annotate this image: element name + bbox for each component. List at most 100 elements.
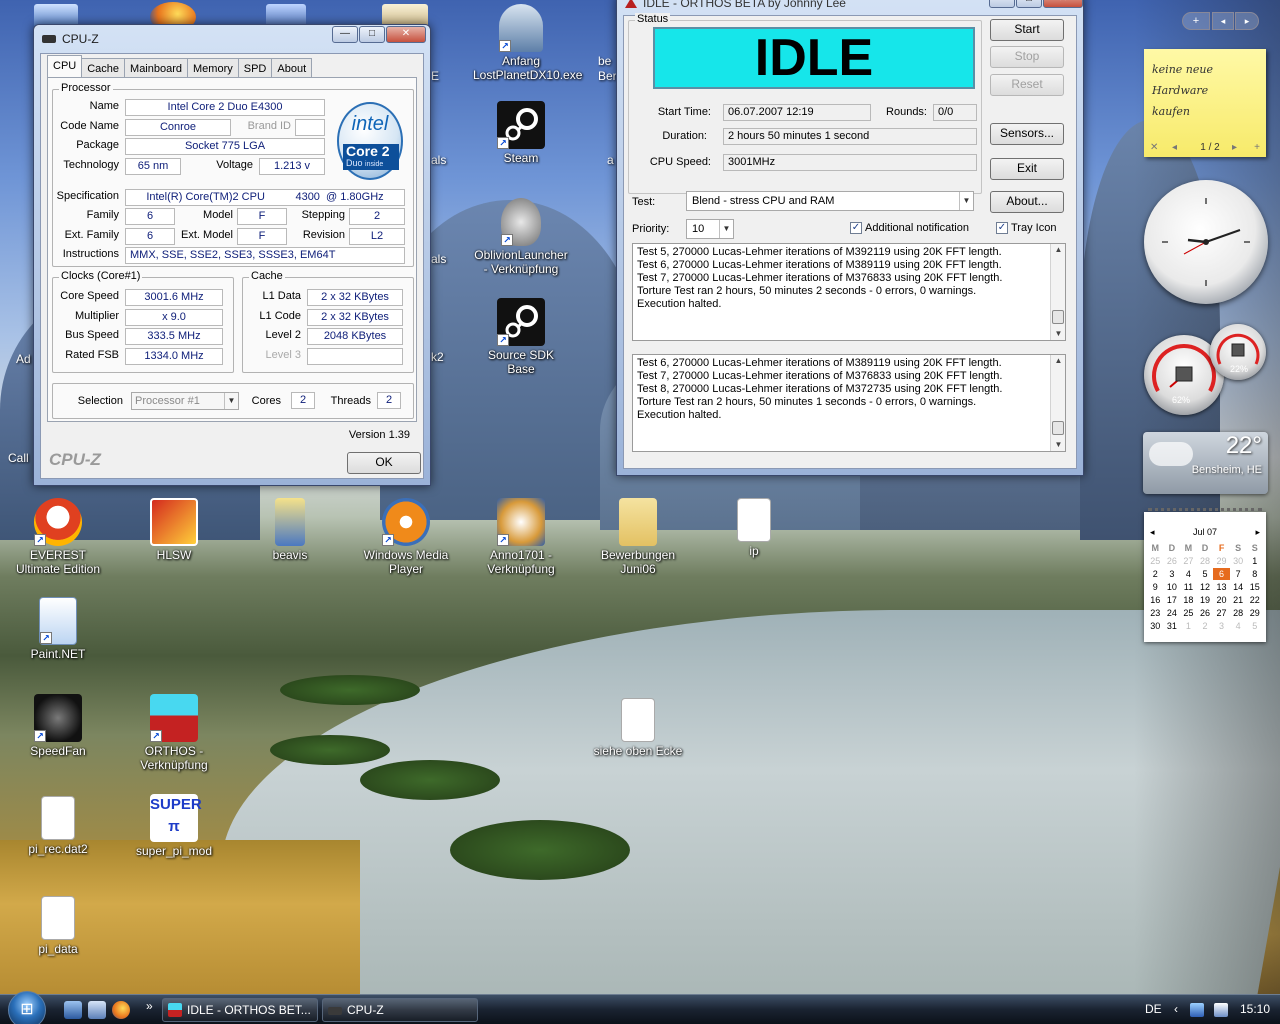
tab-about[interactable]: About (271, 58, 313, 78)
maximize-button[interactable]: □ (1016, 0, 1042, 8)
calendar-gadget[interactable]: ◂ Jul 07 ▸ M D M D F S S 25 26 27 28 29 30 1 2 3 4 5 6 7 8 9 1… (1144, 508, 1266, 642)
orthos-title-bar[interactable]: IDLE - ORTHOS BETA by Johnny Lee (625, 0, 846, 13)
desktop-icon-source-sdk[interactable]: ↗ Source SDK Base (473, 298, 569, 376)
minimize-button[interactable]: — (332, 26, 358, 43)
calendar-day[interactable]: 28 (1197, 555, 1214, 567)
calendar-day[interactable]: 3 (1164, 568, 1181, 580)
desktop-icon-speedfan[interactable]: ↗ SpeedFan (10, 694, 106, 758)
calendar-day[interactable]: 5 (1246, 620, 1263, 632)
tab-memory[interactable]: Memory (187, 58, 239, 78)
quicklaunch-chevron-icon[interactable]: » (146, 999, 153, 1013)
weather-gadget[interactable]: 22° Bensheim, HE (1143, 432, 1268, 494)
calendar-day[interactable]: 29 (1213, 555, 1230, 567)
task-orthos[interactable]: IDLE - ORTHOS BET... (162, 998, 318, 1022)
calendar-day[interactable]: 19 (1197, 594, 1214, 606)
switch-windows-icon[interactable] (88, 1001, 106, 1019)
calendar-day[interactable]: 5 (1197, 568, 1214, 580)
desktop-icon-ip[interactable]: ip (706, 498, 802, 558)
additional-notification-checkbox[interactable]: ✓ Additional notification (850, 222, 969, 234)
desktop-icon-pi-rec[interactable]: pi_rec.dat2 (10, 796, 106, 856)
close-button[interactable]: ✕ (1043, 0, 1083, 8)
sidebar-prev-button[interactable]: ◂ (1212, 12, 1234, 30)
calendar-day[interactable]: 3 (1213, 620, 1230, 632)
desktop-icon-oblivion[interactable]: ↗ OblivionLauncher - Verknüpfung (473, 198, 569, 276)
log-scrollbar[interactable]: ▲ ▼ (1050, 355, 1065, 451)
desktop-icon-wmp[interactable]: ↗ Windows Media Player (358, 498, 454, 576)
maximize-button[interactable]: □ (359, 26, 385, 43)
scroll-thumb[interactable] (1052, 310, 1064, 324)
calendar-day[interactable]: 7 (1230, 568, 1247, 580)
desktop-icon-paintnet[interactable]: ↗ Paint.NET (10, 597, 106, 661)
firefox-quicklaunch-icon[interactable] (112, 1001, 130, 1019)
orthos-window[interactable]: IDLE - ORTHOS BETA by Johnny Lee — □ ✕ S… (616, 0, 1084, 476)
cpuz-title-bar[interactable]: CPU-Z (42, 29, 99, 49)
calendar-day[interactable]: 2 (1147, 568, 1164, 580)
sidebar-next-button[interactable]: ▸ (1235, 12, 1259, 30)
calendar-day[interactable]: 30 (1230, 555, 1247, 567)
scroll-up-icon[interactable]: ▲ (1051, 355, 1065, 367)
calendar-day[interactable]: 31 (1164, 620, 1181, 632)
start-button[interactable]: ⊞ (8, 991, 46, 1024)
notes-gadget[interactable]: keine neue Hardware kaufen ✕ ◂ 1 / 2 ▸ + (1144, 49, 1266, 157)
calendar-day[interactable]: 10 (1164, 581, 1181, 593)
desktop-icon-steam[interactable]: ↗ Steam (473, 101, 569, 165)
tab-cache[interactable]: Cache (81, 58, 126, 78)
clock-gadget[interactable] (1144, 180, 1268, 304)
note-next-icon[interactable]: ▸ (1232, 137, 1237, 158)
log-core1[interactable]: Test 5, 270000 Lucas-Lehmer iterations o… (632, 243, 1066, 341)
calendar-day[interactable]: 27 (1180, 555, 1197, 567)
calendar-day[interactable]: 4 (1230, 620, 1247, 632)
calendar-day[interactable]: 9 (1147, 581, 1164, 593)
calendar-day[interactable]: 16 (1147, 594, 1164, 606)
calendar-day[interactable]: 24 (1164, 607, 1181, 619)
note-add-icon[interactable]: + (1254, 137, 1260, 158)
start-button[interactable]: Start (990, 19, 1064, 41)
calendar-day[interactable]: 25 (1147, 555, 1164, 567)
stop-button[interactable]: Stop (990, 46, 1064, 68)
desktop-icon-siehe-oben[interactable]: siehe oben Ecke (590, 698, 686, 758)
calendar-day[interactable]: 18 (1180, 594, 1197, 606)
desktop-icon-orthos[interactable]: ↗ ORTHOS - Verknüpfung (126, 694, 222, 772)
minimize-button[interactable]: — (989, 0, 1015, 8)
calendar-day[interactable]: 13 (1213, 581, 1230, 593)
scroll-up-icon[interactable]: ▲ (1051, 244, 1065, 256)
calendar-day[interactable]: 15 (1246, 581, 1263, 593)
note-prev-icon[interactable]: ◂ (1172, 137, 1177, 158)
tray-icon-checkbox[interactable]: ✓ Tray Icon (996, 222, 1056, 234)
scroll-down-icon[interactable]: ▼ (1051, 439, 1065, 451)
scroll-down-icon[interactable]: ▼ (1051, 328, 1065, 340)
desktop-icon-everest[interactable]: ↗ EVEREST Ultimate Edition (10, 498, 106, 576)
tray-expand-icon[interactable]: ‹ (1174, 995, 1178, 1024)
log-scrollbar[interactable]: ▲ ▼ (1050, 244, 1065, 340)
calendar-day[interactable]: 21 (1230, 594, 1247, 606)
tab-mainboard[interactable]: Mainboard (124, 58, 189, 78)
calendar-day[interactable]: 26 (1197, 607, 1214, 619)
calendar-day[interactable]: 25 (1180, 607, 1197, 619)
tab-cpu[interactable]: CPU (47, 55, 83, 78)
desktop-icon-lostplanet[interactable]: ↗ Anfang LostPlanetDX10.exe (473, 4, 582, 82)
calendar-day[interactable]: 1 (1180, 620, 1197, 632)
calendar-day[interactable]: 30 (1147, 620, 1164, 632)
sidebar-add-gadget-button[interactable]: + (1182, 12, 1210, 30)
calendar-day[interactable]: 8 (1246, 568, 1263, 580)
calendar-day[interactable]: 29 (1246, 607, 1263, 619)
close-button[interactable]: ✕ (386, 26, 426, 43)
priority-select[interactable]: 10 ▼ (686, 219, 734, 239)
calendar-day[interactable]: 6 (1213, 568, 1230, 580)
tab-spd[interactable]: SPD (237, 58, 273, 78)
calendar-day[interactable]: 23 (1147, 607, 1164, 619)
test-select[interactable]: Blend - stress CPU and RAM ▼ (686, 191, 974, 211)
network-tray-icon[interactable] (1190, 1003, 1204, 1017)
calendar-day[interactable]: 27 (1213, 607, 1230, 619)
calendar-day[interactable]: 4 (1180, 568, 1197, 580)
calendar-day[interactable]: 12 (1197, 581, 1214, 593)
clock-time[interactable]: 15:10 (1240, 995, 1270, 1024)
about-button[interactable]: About... (990, 191, 1064, 213)
scroll-thumb[interactable] (1052, 421, 1064, 435)
show-desktop-icon[interactable] (64, 1001, 82, 1019)
reset-button[interactable]: Reset (990, 74, 1064, 96)
desktop-icon-beavis[interactable]: beavis (242, 498, 338, 562)
calendar-day[interactable]: 14 (1230, 581, 1247, 593)
calendar-next-icon[interactable]: ▸ (1255, 527, 1260, 538)
processor-select[interactable]: Processor #1 ▼ (131, 392, 239, 410)
